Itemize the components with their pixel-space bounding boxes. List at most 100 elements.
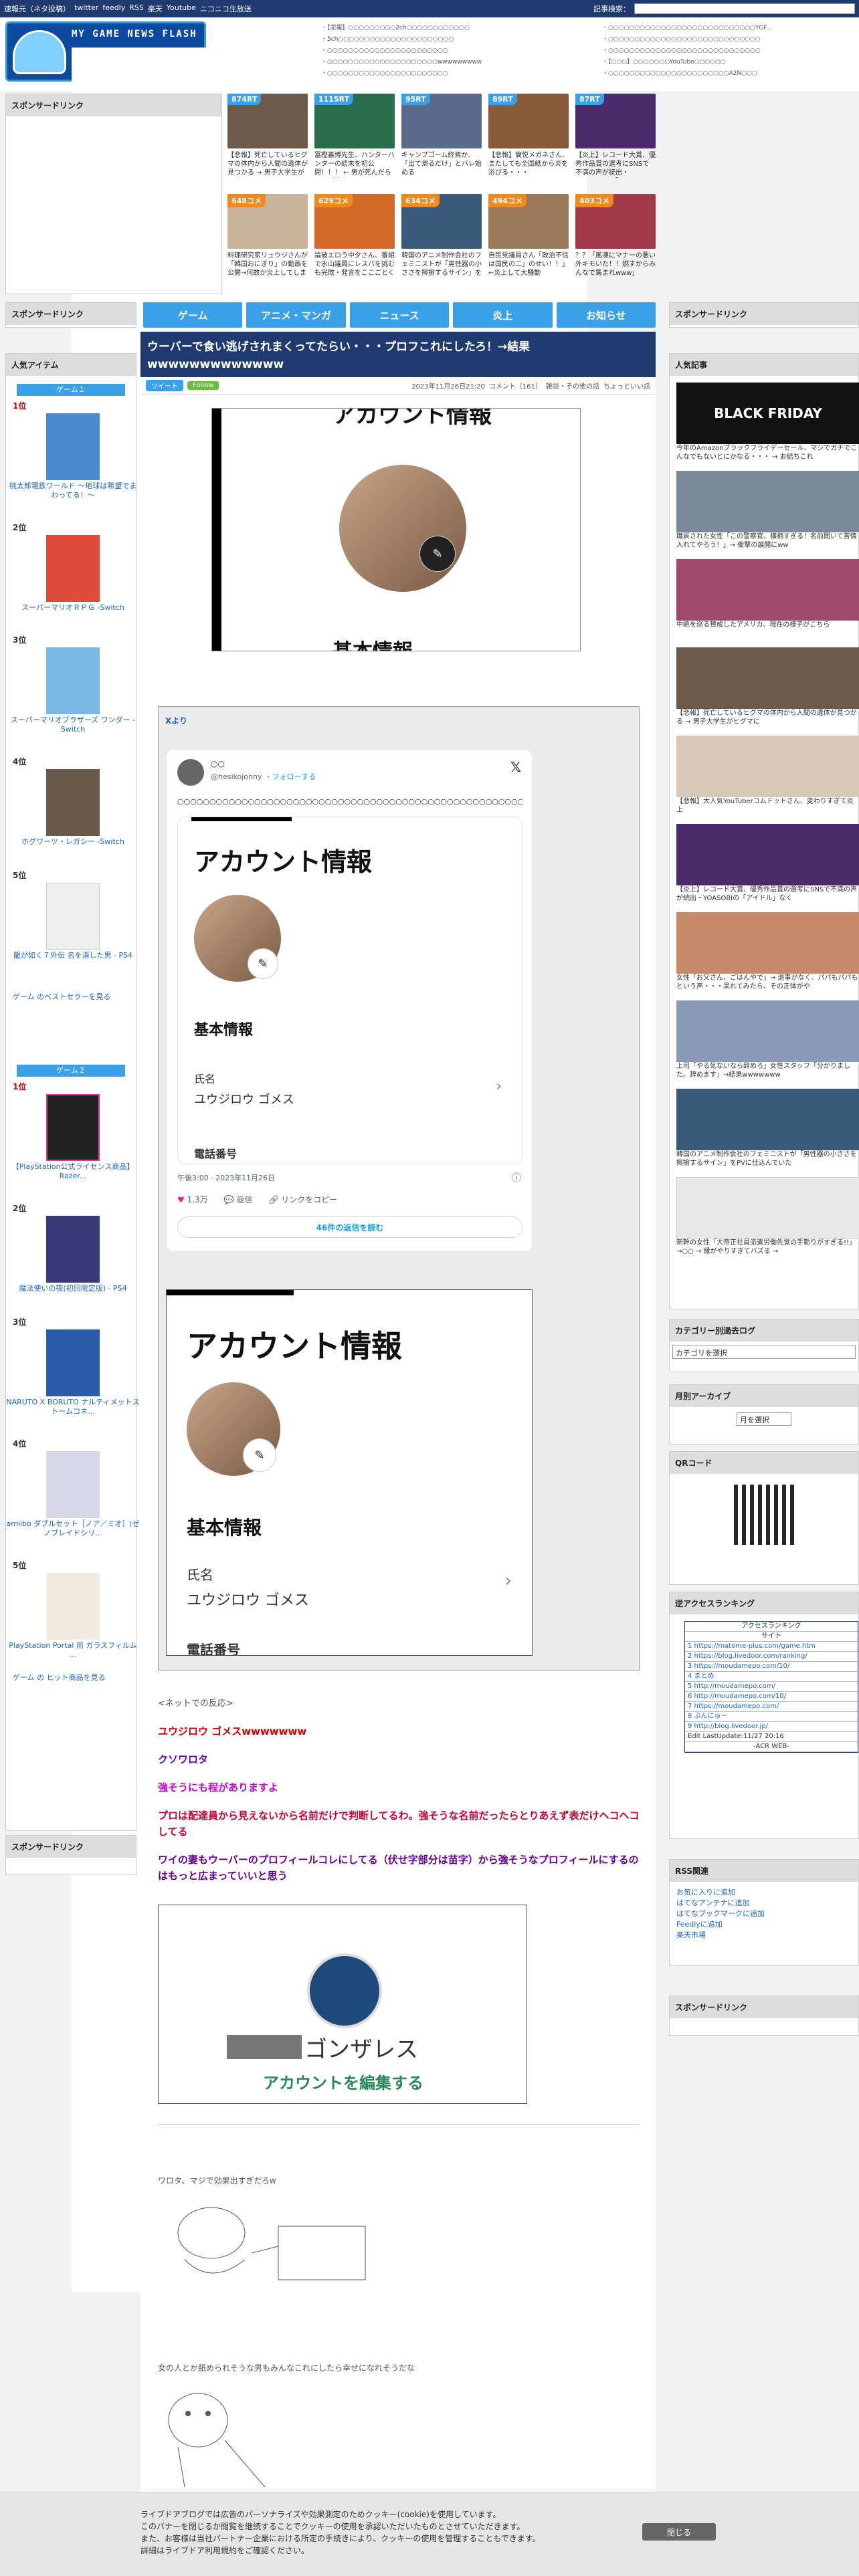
site-logo[interactable]: MY GAME NEWS FLASH オレ的ゲーム速報@JIN <box>5 21 587 2292</box>
rank-item[interactable]: 1位 【PlayStation公式ライセンス商品】Razer... <box>6 1081 140 1181</box>
product-image[interactable] <box>46 1329 100 1396</box>
tag-link[interactable]: ちょっといい話 <box>603 381 650 391</box>
popular-article[interactable]: 女性「お父さん、ごはんやで」→ 退事がなく、パパもパパもという声・・・呆れてみた… <box>676 912 859 991</box>
rank-item[interactable]: 3位 スーパーマリオブラザーズ ワンダー -Switch <box>6 634 140 734</box>
thumb-title[interactable]: 自民党議員さん「政治不信は国民の二」のせい！！」←炎上して大騒動 <box>488 251 569 278</box>
access-row[interactable]: 1 https://matome-plus.com/game.htm <box>685 1642 858 1652</box>
article-thumbnail[interactable] <box>676 647 859 709</box>
article-link[interactable]: 上司「やる気ないなら辞めろ」女性スタッフ「分かりました。辞めます」→結果wwww… <box>676 1062 859 1079</box>
article-thumbnail[interactable] <box>676 912 859 974</box>
top-link-rss[interactable]: RSS <box>129 3 144 14</box>
news-link[interactable]: ○○○○○○○○○○○○○○○○○○○○○○○○○○○○○ <box>602 34 859 45</box>
nav-flame[interactable]: 炎上 <box>453 302 553 328</box>
article-thumbnail[interactable] <box>676 824 859 885</box>
read-replies-button[interactable]: 46件の返信を読む <box>177 1216 522 1238</box>
article-title[interactable]: ウーバーで食い逃げされまくってたらい・・・プロフこれにしたろ！→結果wwwwww… <box>140 332 656 377</box>
access-row-url[interactable]: https://blog.livedoor.com/ranking/ <box>694 1652 807 1660</box>
access-row[interactable]: 7 https://moudamepo.com/ <box>685 1702 858 1712</box>
info-icon[interactable]: ⓘ <box>512 1171 521 1184</box>
rank-item[interactable]: 3位 NARUTO X BORUTO ナルティメットストームコネ... <box>6 1316 140 1416</box>
rss-link-feedly[interactable]: Feedlyに追加 <box>676 1919 852 1930</box>
product-image[interactable] <box>46 535 100 602</box>
news-link[interactable]: ○○○○○○○○○○○○○○○○○○○○○○○A2N○○○ <box>602 68 859 80</box>
thumb-item[interactable]: 634コメ 韓国のアニメ制作会社のフェミニストが「男性器の小ささを揶揄するサイン」… <box>401 194 482 278</box>
product-image[interactable] <box>46 769 100 836</box>
top-link-feedly[interactable]: feedly <box>102 3 125 14</box>
thumb-item[interactable]: 494コメ 自民党議員さん「政治不信は国民の二」のせい！！」←炎上して大騒動 <box>488 194 569 278</box>
product-name[interactable]: PlayStation Portal 用 ガラスフィルム ... <box>6 1641 140 1660</box>
access-row-url[interactable]: https://moudamepo.com/ <box>694 1703 779 1710</box>
access-row-url[interactable]: http://moudamepo.com/ <box>694 1683 775 1690</box>
article-thumbnail[interactable] <box>676 471 859 532</box>
tweet-user-name[interactable]: ○○ <box>211 759 225 768</box>
rss-link-rakuten[interactable]: 楽天市場 <box>676 1930 852 1941</box>
rank-item[interactable]: 4位 ホグワーツ・レガシー -Switch <box>6 756 140 847</box>
top-link-twitter[interactable]: twitter <box>74 3 98 14</box>
thumb-item[interactable]: 87RT 【炎上】レコード大賞、優秀作品賞の選考にSNSで不満の声が続出・YOAS… <box>575 94 656 178</box>
product-image[interactable] <box>46 883 100 950</box>
access-row[interactable]: 2 https://blog.livedoor.com/ranking/ <box>685 1652 858 1662</box>
thumb-item[interactable]: 89RT 【悲報】簡悦メガネさん、またしても全国紙から炎を浴びる・・・ <box>488 94 569 178</box>
product-image[interactable] <box>46 1216 100 1283</box>
access-row-url[interactable]: https://moudamepo.com/10/ <box>694 1662 790 1670</box>
popular-article[interactable]: 職質された女性「この警察官、横柄すぎる！名前聞いて苦情入れてやろう！」→ 衝撃の… <box>676 471 859 550</box>
reply-action[interactable]: 💬 返信 <box>224 1194 253 1205</box>
article-link[interactable]: 韓国のアニメ制作会社のフェミニストが「男性器の小ささを揶揄するサイン」をPVに仕… <box>676 1150 859 1168</box>
top-link-rakuten[interactable]: 楽天 <box>148 3 163 14</box>
rss-link-hatena-antenna[interactable]: はてなアンテナに追加 <box>676 1898 852 1909</box>
nav-game[interactable]: ゲーム <box>143 302 243 328</box>
article-thumbnail[interactable] <box>676 1000 859 1062</box>
tweet-image[interactable]: アカウント情報 ✎ 基本情報 氏名 ユウジロウ ゴメス › 電話番号 <box>177 817 522 1164</box>
product-name[interactable]: スーパーマリオＲＰＧ -Switch <box>6 603 140 613</box>
comment-count-link[interactable]: コメント（161） <box>489 381 542 391</box>
article-link[interactable]: 職質された女性「この警察官、横柄すぎる！名前聞いて苦情入れてやろう！」→ 衝撃の… <box>676 532 859 550</box>
rss-link-hatena-bookmark[interactable]: はてなブックマークに追加 <box>676 1909 852 1919</box>
copy-link-action[interactable]: 🔗 リンクをコピー <box>268 1194 337 1205</box>
follow-button[interactable]: Follow <box>187 381 219 390</box>
rss-link-favorite[interactable]: お気に入りに追加 <box>676 1887 852 1898</box>
product-name[interactable]: amiibo ダブルセット［ノア／ミオ］(ゼノブレイドシリ... <box>6 1519 140 1538</box>
popular-article[interactable]: 【悲報】大人気YouTuberコムドットさん、変わりすぎて炎上 <box>676 736 859 815</box>
rank-item[interactable]: 2位 魔法使いの夜(初回限定版) - PS4 <box>6 1202 140 1293</box>
hit-products-link[interactable]: ゲーム の ヒット商品を見る <box>13 1672 106 1683</box>
article-thumbnail[interactable] <box>676 559 859 621</box>
news-link[interactable]: ○○○○○○○○○○○○○○○○○○○○○○○ <box>321 68 589 80</box>
thumb-title[interactable]: キャンプゴーム終焉か、「出て帰るだけ」とバレ始める <box>401 151 482 178</box>
product-image[interactable] <box>46 413 100 480</box>
access-row-url[interactable]: http://blog.livedoor.jp/ <box>694 1723 768 1730</box>
article-link[interactable]: 新幹の女性「大帝正社員派遣労働先覚の手勤りがすぎる!!」→○○ → 縁がやりすぎ… <box>676 1239 859 1256</box>
news-link[interactable]: 【○○○】○○○○○○○YouTube○○○○○○ <box>602 57 859 68</box>
thumb-title[interactable]: 韓国のアニメ制作会社のフェミニストが「男性器の小ささを揶揄するサイン」をPVに <box>401 251 482 278</box>
news-link[interactable]: 【悲報】○○○○○○○○○2ch○○○○○○○○○○○○ <box>321 23 589 34</box>
thumb-title[interactable]: 冨樫義博先生、ハンターハンターの結末を初公開！！！ ← 男が死んだらこれが結末で <box>314 151 395 178</box>
product-name[interactable]: NARUTO X BORUTO ナルティメットストームコネ... <box>6 1398 140 1416</box>
search-input[interactable] <box>634 3 855 14</box>
article-link[interactable]: 中絶を巡る賛成したアメリカ、現在の様子がこちら <box>676 621 859 638</box>
thumb-item[interactable]: 95RT キャンプゴーム終焉か、「出て帰るだけ」とバレ始める <box>401 94 482 178</box>
product-name[interactable]: ホグワーツ・レガシー -Switch <box>6 837 140 847</box>
product-name[interactable]: 桃太郎電鉄ワールド ～地球は希望でまわってる！～ <box>6 481 140 500</box>
access-row[interactable]: 6 http://moudamepo.com/10/ <box>685 1692 858 1702</box>
access-row[interactable]: 4 まとめ <box>685 1672 858 1682</box>
game1-tab[interactable]: ゲーム１ <box>17 384 125 396</box>
popular-article[interactable]: 新幹の女性「大帝正社員派遣労働先覚の手勤りがすぎる!!」→○○ → 縁がやりすぎ… <box>676 1177 859 1256</box>
nav-anime-manga[interactable]: アニメ・マンガ <box>246 302 346 328</box>
thumb-title[interactable]: 【悲報】死亡しているヒグマの体内から人間の遺体が見つかる → 男子大学生がヒグマ <box>227 151 308 178</box>
popular-article[interactable]: 韓国のアニメ制作会社のフェミニストが「男性器の小ささを揶揄するサイン」をPVに仕… <box>676 1089 859 1168</box>
rank-item[interactable]: 2位 スーパーマリオＲＰＧ -Switch <box>6 522 140 613</box>
tweet-button[interactable]: ツイート <box>146 380 183 391</box>
article-link[interactable]: 【悲報】死亡しているヒグマの体内から人間の遺体が見つかる → 男子大学生がヒグマ… <box>676 709 859 726</box>
category-link[interactable]: 雑談・その他の話 <box>546 381 599 391</box>
cookie-line-terms[interactable]: 詳細はライブドア利用規約をご確認ください。 <box>140 2545 622 2557</box>
thumb-title[interactable]: 料理研究家リュウジさんが「韓国おにぎり」の動画を公開→何故か炎上してしまうww <box>227 251 308 278</box>
news-link[interactable]: ○○○○○○○○○○○○○○○○○○○○○○○○○○○○○ <box>602 45 859 57</box>
rank-item[interactable]: 5位 PlayStation Portal 用 ガラスフィルム ... <box>6 1560 140 1660</box>
article-link[interactable]: 女性「お父さん、ごはんやで」→ 退事がなく、パパもパパもという声・・・呆れてみた… <box>676 974 859 991</box>
access-row[interactable]: 8 ぶんにゅー <box>685 1712 858 1722</box>
thumb-title[interactable]: ？？「風凍にマナーの悪い外キモいた！！燃すからみんなで集まれwww」 <box>575 251 656 278</box>
top-link-submit[interactable]: 速報元（ネタ投稿） <box>4 3 70 14</box>
tweet-handle-text[interactable]: @hesikojonny <box>211 772 262 781</box>
rank-item[interactable]: 5位 龍が如く７外伝 名を消した男 - PS4 <box>6 869 140 960</box>
popular-article[interactable]: 【悲報】死亡しているヒグマの体内から人間の遺体が見つかる → 男子大学生がヒグマ… <box>676 647 859 726</box>
access-row[interactable]: 5 http://moudamepo.com/ <box>685 1682 858 1692</box>
